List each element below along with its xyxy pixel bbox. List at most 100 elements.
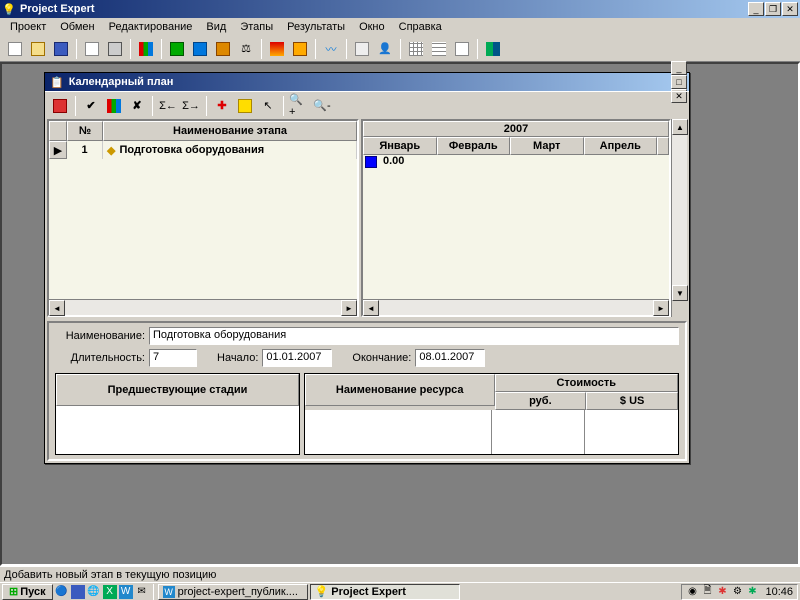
scroll-up-icon[interactable]: ▲: [672, 119, 688, 135]
module1-icon[interactable]: [166, 38, 188, 60]
detail-row-name: Наименование: Подготовка оборудования: [55, 327, 679, 345]
ql-ie-icon[interactable]: 🌐: [87, 585, 101, 599]
menu-view[interactable]: Вид: [200, 20, 232, 34]
bar-chart-icon[interactable]: [135, 38, 157, 60]
report1-icon[interactable]: [266, 38, 288, 60]
pointer-icon[interactable]: ↖: [257, 95, 279, 117]
scroll-right-icon[interactable]: ►: [653, 300, 669, 316]
task-project-expert[interactable]: 💡 Project Expert: [310, 584, 460, 600]
module3-icon[interactable]: [212, 38, 234, 60]
tray-icon-1[interactable]: ◉: [686, 586, 698, 598]
month-apr[interactable]: Апрель: [584, 137, 658, 155]
menu-window[interactable]: Окно: [353, 20, 391, 34]
input-name[interactable]: Подготовка оборудования: [149, 327, 679, 345]
input-start[interactable]: 01.01.2007: [262, 349, 332, 367]
balance-icon[interactable]: ⚖: [235, 38, 257, 60]
module2-icon[interactable]: [189, 38, 211, 60]
tray-icon-5[interactable]: ✱: [746, 586, 758, 598]
scroll-left-icon[interactable]: ◄: [363, 300, 379, 316]
input-end[interactable]: 08.01.2007: [415, 349, 485, 367]
outdent-icon[interactable]: Σ←: [157, 95, 179, 117]
predecessors-table[interactable]: Предшествующие стадии: [55, 373, 300, 455]
separator: [152, 96, 153, 116]
task-word-doc[interactable]: W project-expert_публик....: [158, 584, 308, 600]
scroll-track[interactable]: [672, 135, 687, 285]
open-icon[interactable]: [27, 38, 49, 60]
grid-body[interactable]: ▶ 1 ◆ Подготовка оборудования: [49, 141, 357, 299]
row-marker-icon[interactable]: ▶: [49, 141, 67, 159]
add-icon[interactable]: ✚: [211, 95, 233, 117]
person-icon[interactable]: 👤: [374, 38, 396, 60]
menu-exchange[interactable]: Обмен: [54, 20, 100, 34]
report2-icon[interactable]: [289, 38, 311, 60]
insert-stage-icon[interactable]: [49, 95, 71, 117]
child-minimize-button[interactable]: _: [671, 61, 687, 75]
menu-help[interactable]: Справка: [393, 20, 448, 34]
month-jan[interactable]: Январь: [363, 137, 437, 155]
zoom-in-icon[interactable]: 🔍+: [288, 95, 310, 117]
save-icon[interactable]: [50, 38, 72, 60]
right-hscroll[interactable]: ◄ ►: [363, 299, 669, 315]
resources-table[interactable]: Наименование ресурса Стоимость руб. $ US: [304, 373, 679, 455]
grid3-icon[interactable]: [451, 38, 473, 60]
separator: [206, 96, 207, 116]
child-maximize-button[interactable]: □: [671, 75, 687, 89]
clock[interactable]: 10:46: [765, 586, 793, 598]
tray-icon-2[interactable]: 🗎: [701, 586, 713, 598]
gantt-bar[interactable]: [365, 156, 377, 168]
col-stage-name[interactable]: Наименование этапа: [103, 121, 357, 141]
predecessors-body[interactable]: [56, 406, 299, 454]
right-vscroll[interactable]: ▲ ▼: [671, 119, 687, 317]
tray-icon-4[interactable]: ⚙: [731, 586, 743, 598]
doc1-icon[interactable]: [351, 38, 373, 60]
print-icon[interactable]: [104, 38, 126, 60]
menu-project[interactable]: Проект: [4, 20, 52, 34]
line-chart-icon[interactable]: 〰: [320, 38, 342, 60]
scroll-left-icon[interactable]: ◄: [49, 300, 65, 316]
apply-icon[interactable]: ✔: [80, 95, 102, 117]
minimize-button[interactable]: _: [748, 2, 764, 16]
start-button[interactable]: ⊞ Пуск: [2, 584, 53, 600]
indent-icon[interactable]: Σ→: [180, 95, 202, 117]
month-next[interactable]: [657, 137, 669, 155]
mdi-area: 📋 Календарный план _ □ ✕ ✔ ✘ Σ← Σ→ ✚ ↖ 🔍…: [0, 62, 800, 566]
scroll-right-icon[interactable]: ►: [341, 300, 357, 316]
menu-stages[interactable]: Этапы: [234, 20, 279, 34]
scroll-track[interactable]: [379, 300, 653, 315]
ql-mail-icon[interactable]: ✉: [135, 585, 149, 599]
resources-body[interactable]: [305, 410, 678, 454]
month-mar[interactable]: Март: [510, 137, 584, 155]
link-icon[interactable]: [234, 95, 256, 117]
restore-button[interactable]: ❐: [765, 2, 781, 16]
grid1-icon[interactable]: [405, 38, 427, 60]
chart-tool-icon[interactable]: [103, 95, 125, 117]
gantt-year: 2007: [363, 121, 669, 137]
tray-icon-3[interactable]: ✱: [716, 586, 728, 598]
new-icon[interactable]: [4, 38, 26, 60]
label-start: Начало:: [217, 352, 258, 364]
left-hscroll[interactable]: ◄ ►: [49, 299, 357, 315]
system-tray: ◉ 🗎 ✱ ⚙ ✱ 10:46: [681, 584, 798, 600]
ql-save-icon[interactable]: [71, 585, 85, 599]
scroll-track[interactable]: [65, 300, 341, 315]
input-duration[interactable]: 7: [149, 349, 197, 367]
ql-media-icon[interactable]: 🔵: [55, 585, 69, 599]
table-row[interactable]: ▶ 1 ◆ Подготовка оборудования: [49, 141, 357, 159]
chart-icon[interactable]: [482, 38, 504, 60]
gantt-body[interactable]: 0.00: [363, 155, 669, 299]
cancel-icon[interactable]: ✘: [126, 95, 148, 117]
col-usd: $ US: [586, 392, 678, 410]
menu-edit[interactable]: Редактирование: [103, 20, 199, 34]
ql-excel-icon[interactable]: X: [103, 585, 117, 599]
col-number[interactable]: №: [67, 121, 103, 141]
scroll-down-icon[interactable]: ▼: [672, 285, 688, 301]
separator: [346, 39, 347, 59]
month-feb[interactable]: Февраль: [437, 137, 511, 155]
zoom-out-icon[interactable]: 🔍-: [311, 95, 333, 117]
preview-icon[interactable]: [81, 38, 103, 60]
grid2-icon[interactable]: [428, 38, 450, 60]
split-pane: № Наименование этапа ▶ 1 ◆ Подготовка об…: [45, 119, 689, 317]
menu-results[interactable]: Результаты: [281, 20, 351, 34]
ql-word-icon[interactable]: W: [119, 585, 133, 599]
close-button[interactable]: ✕: [782, 2, 798, 16]
